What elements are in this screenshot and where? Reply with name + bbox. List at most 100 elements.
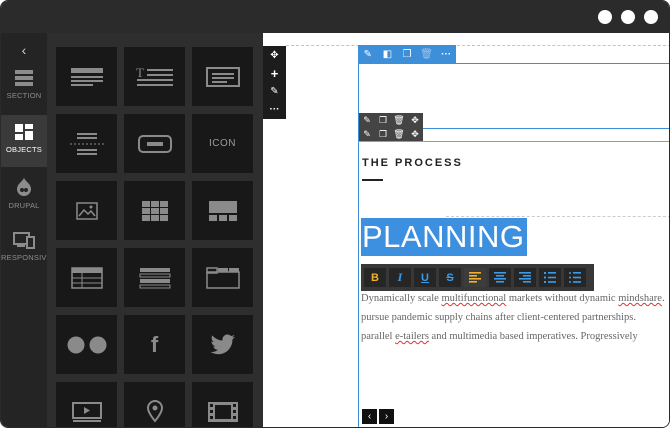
more-icon[interactable]: ··· — [263, 100, 286, 118]
map-block-tile[interactable] — [124, 382, 185, 427]
drupal-icon — [17, 178, 31, 196]
text-block-icon: T — [136, 65, 173, 86]
heading-selected-text[interactable]: PLANNING — [361, 218, 527, 256]
twitter-icon — [210, 333, 235, 354]
window-titlebar — [1, 1, 669, 33]
add-icon[interactable]: + — [263, 64, 286, 82]
delete-icon[interactable]: 🗑 — [391, 129, 407, 140]
window-dot-1[interactable] — [598, 10, 612, 24]
table-block-tile[interactable] — [56, 248, 117, 307]
text-box-block-icon — [205, 66, 240, 87]
svg-text:T: T — [136, 65, 144, 80]
gallery-block-tile[interactable] — [124, 181, 185, 240]
edit-icon[interactable]: ✎ — [358, 49, 378, 60]
rail-item-label: SECTION — [6, 91, 42, 100]
bold-button[interactable]: B — [364, 268, 386, 287]
facebook-block-tile[interactable]: f — [124, 315, 185, 374]
ordered-list-button[interactable] — [539, 268, 561, 287]
button-block-icon — [137, 134, 172, 153]
app-window: ‹ SECTION OBJECTS DRUPAL RESPONSIVE T IC… — [0, 0, 670, 428]
copy-icon[interactable]: ❐ — [397, 49, 417, 60]
row-selection-top — [358, 63, 669, 64]
text-block-tile[interactable]: T — [124, 47, 185, 106]
objects-panel: T ICON f — [47, 33, 263, 427]
move-icon[interactable]: ✥ — [407, 115, 423, 126]
strikethrough-glyph: S — [446, 271, 454, 284]
list-block-tile[interactable] — [124, 248, 185, 307]
eyebrow-underline — [362, 179, 383, 181]
text-box-block-tile[interactable] — [192, 47, 253, 106]
objects-icon — [15, 124, 33, 140]
heading-block-tile[interactable] — [56, 47, 117, 106]
image-icon — [75, 201, 98, 220]
slider-icon — [208, 200, 237, 221]
ordered-list-icon — [544, 272, 556, 283]
column-selection-inner — [358, 141, 669, 142]
paragraph-text[interactable]: Dynamically scale multifunctional market… — [361, 289, 669, 346]
unordered-list-icon — [569, 272, 581, 283]
edit-icon[interactable]: ✎ — [263, 82, 286, 100]
edit-icon[interactable]: ✎ — [359, 115, 375, 126]
rail-item-section[interactable]: SECTION — [1, 61, 47, 113]
delete-icon[interactable]: 🗑 — [417, 49, 437, 60]
move-icon[interactable]: ✥ — [407, 129, 423, 140]
paragraph-line-1: Dynamically scale multifunctional market… — [361, 293, 665, 304]
section-toolbar: ✥ + ✎ ··· — [263, 46, 286, 119]
next-arrow-button[interactable]: › — [379, 409, 394, 424]
copy-icon[interactable]: ❐ — [375, 115, 391, 126]
slider-block-tile[interactable] — [192, 181, 253, 240]
align-right-icon — [519, 272, 531, 283]
edit-icon[interactable]: ✎ — [359, 129, 375, 140]
columns-icon[interactable]: ◧ — [378, 49, 398, 60]
rail-item-objects[interactable]: OBJECTS — [1, 115, 47, 167]
flickr-icon — [67, 336, 106, 353]
rail-item-label: DRUPAL — [8, 201, 40, 210]
window-dot-3[interactable] — [644, 10, 658, 24]
gallery-icon — [141, 200, 168, 221]
divider-block-tile[interactable] — [56, 114, 117, 173]
align-left-button[interactable] — [464, 268, 486, 287]
back-chevron-icon[interactable]: ‹ — [1, 39, 47, 61]
paragraph-line-3: parallel e-tailers and multimedia based … — [361, 331, 638, 342]
twitter-block-tile[interactable] — [192, 315, 253, 374]
delete-icon[interactable]: 🗑 — [391, 115, 407, 126]
align-right-button[interactable] — [514, 268, 536, 287]
row-toolbar: ✎ ◧ ❐ 🗑 ··· — [358, 45, 456, 64]
italic-glyph: I — [397, 270, 403, 284]
image-block-tile[interactable] — [56, 181, 117, 240]
table-icon — [70, 266, 103, 289]
align-center-button[interactable] — [489, 268, 511, 287]
media-block-tile[interactable] — [192, 382, 253, 427]
align-center-icon — [494, 272, 506, 283]
paragraph-line-2: pursue pandemic supply chains after clie… — [361, 312, 636, 323]
section-eyebrow[interactable]: THE PROCESS — [362, 157, 463, 169]
rail-item-responsive[interactable]: RESPONSIVE — [1, 223, 47, 275]
copy-icon[interactable]: ❐ — [375, 129, 391, 140]
move-icon[interactable]: ✥ — [263, 46, 286, 64]
tabs-icon — [205, 266, 240, 289]
divider-block-icon — [69, 132, 104, 155]
button-block-tile[interactable] — [124, 114, 185, 173]
icon-block-label: ICON — [209, 138, 236, 149]
flickr-block-tile[interactable] — [56, 315, 117, 374]
map-pin-icon — [146, 399, 163, 423]
rail-item-drupal[interactable]: DRUPAL — [1, 169, 47, 221]
more-icon[interactable]: ··· — [436, 49, 456, 60]
prev-arrow-button[interactable]: ‹ — [362, 409, 377, 424]
window-dot-2[interactable] — [621, 10, 635, 24]
column-toolbar-1: ✎ ❐ 🗑 ✥ — [359, 113, 423, 127]
sidebar-rail: ‹ SECTION OBJECTS DRUPAL RESPONSIVE — [1, 33, 47, 427]
italic-button[interactable]: I — [389, 268, 411, 287]
tabs-block-tile[interactable] — [192, 248, 253, 307]
strikethrough-button[interactable]: S — [439, 268, 461, 287]
underline-button[interactable]: U — [414, 268, 436, 287]
video-icon — [71, 401, 102, 422]
icon-block-tile[interactable]: ICON — [192, 114, 253, 173]
unordered-list-button[interactable] — [564, 268, 586, 287]
rail-item-label: OBJECTS — [6, 145, 42, 154]
list-icon — [139, 267, 170, 288]
align-left-icon — [469, 272, 481, 283]
video-block-tile[interactable] — [56, 382, 117, 427]
element-boundary — [446, 216, 669, 217]
underline-glyph: U — [421, 271, 429, 284]
